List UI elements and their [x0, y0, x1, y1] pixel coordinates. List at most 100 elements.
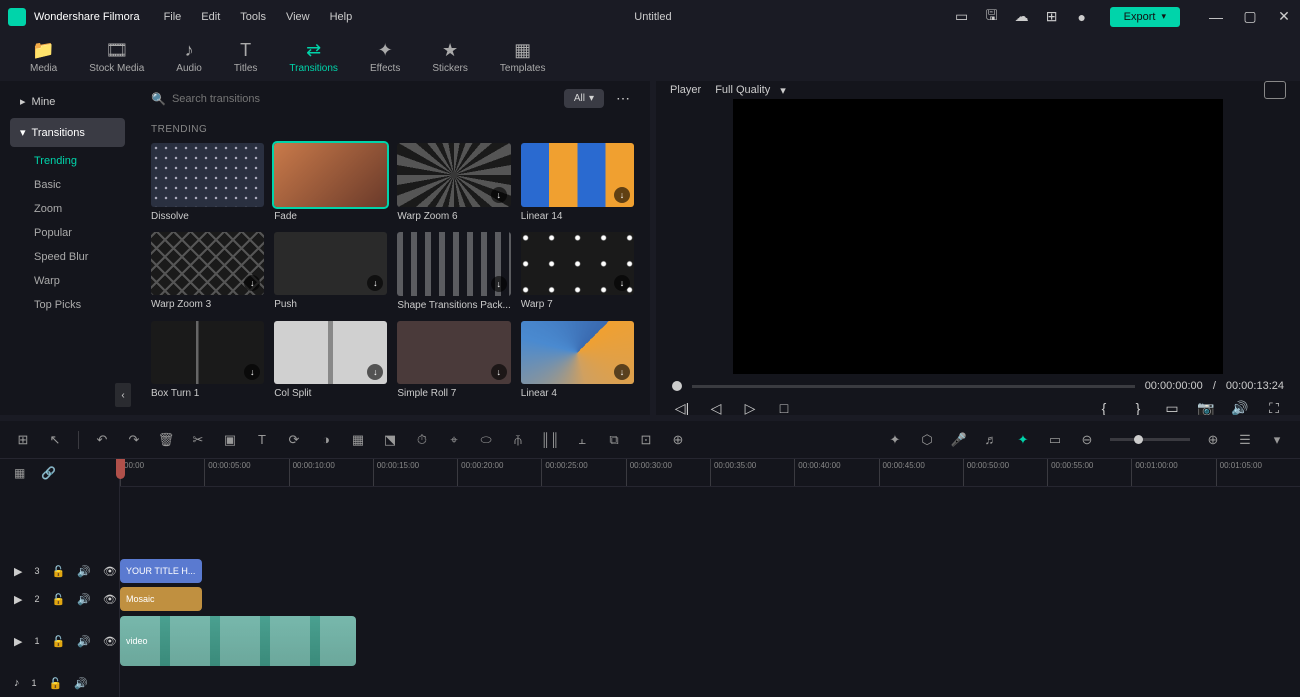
- menu-view[interactable]: View: [286, 11, 310, 23]
- snapshot-button[interactable]: [1264, 81, 1286, 99]
- layout-icon[interactable]: ▭: [954, 9, 970, 25]
- close-button[interactable]: ✕: [1276, 9, 1292, 25]
- tab-templates[interactable]: ▦Templates: [500, 40, 546, 74]
- render-button[interactable]: ✦: [1014, 431, 1032, 449]
- sidebar-item-warp[interactable]: Warp: [10, 269, 125, 293]
- lock-icon[interactable]: 🔓: [51, 593, 65, 606]
- undo-button[interactable]: ↶: [93, 431, 111, 449]
- split-button[interactable]: ✂: [189, 431, 207, 449]
- eye-icon[interactable]: 👁: [103, 635, 117, 648]
- track-head-3[interactable]: ▶3 🔓 🔊 👁: [0, 557, 119, 585]
- tab-media[interactable]: 📁Media: [30, 40, 57, 74]
- menu-edit[interactable]: Edit: [201, 11, 220, 23]
- sidebar-group-transitions[interactable]: ▾ Transitions: [10, 118, 125, 147]
- mixer2-button[interactable]: ♬: [982, 431, 1000, 449]
- menu-file[interactable]: File: [164, 11, 182, 23]
- text-tool[interactable]: T: [253, 431, 271, 449]
- menu-help[interactable]: Help: [330, 11, 353, 23]
- crop-button[interactable]: ▣: [221, 431, 239, 449]
- preview-frame[interactable]: [733, 99, 1223, 374]
- export-button[interactable]: Export: [1110, 7, 1180, 27]
- mute-icon[interactable]: 🔊: [77, 635, 91, 648]
- track-row-1a[interactable]: [120, 669, 1300, 697]
- marker-button[interactable]: ⬡: [918, 431, 936, 449]
- eye-icon[interactable]: 👁: [103, 565, 117, 578]
- eye-icon[interactable]: 👁: [103, 593, 117, 606]
- cloud-icon[interactable]: ☁: [1014, 9, 1030, 25]
- lock-icon[interactable]: 🔓: [51, 565, 65, 578]
- title-clip[interactable]: YOUR TITLE H...: [120, 559, 202, 583]
- tab-stickers[interactable]: ★Stickers: [432, 40, 468, 74]
- more-tool[interactable]: ⊕: [669, 431, 687, 449]
- minimize-button[interactable]: —: [1208, 9, 1224, 25]
- video-clip[interactable]: video: [120, 616, 356, 666]
- mute-icon[interactable]: 🔊: [77, 593, 91, 606]
- quality-dropdown[interactable]: Full Quality ▾: [715, 84, 786, 97]
- enhance-button[interactable]: ✦: [886, 431, 904, 449]
- avatar-icon[interactable]: ●: [1074, 9, 1090, 25]
- transition-simple-roll-7[interactable]: ↓Simple Roll 7: [397, 321, 510, 400]
- view-list-button[interactable]: ☰: [1236, 431, 1254, 449]
- tab-audio[interactable]: ♪Audio: [176, 40, 202, 74]
- save-icon[interactable]: 🖫: [984, 9, 1000, 25]
- scrub-track[interactable]: [692, 385, 1135, 388]
- color-button[interactable]: ◑: [317, 431, 335, 449]
- sidebar-item-trending[interactable]: Trending: [10, 149, 125, 173]
- lock-icon[interactable]: 🔓: [51, 635, 65, 648]
- tab-effects[interactable]: ✦Effects: [370, 40, 400, 74]
- mute-icon[interactable]: 🔊: [77, 565, 91, 578]
- zoom-in-button[interactable]: ⊕: [1204, 431, 1222, 449]
- link-toggle[interactable]: 🔗: [41, 466, 56, 480]
- pointer-tool[interactable]: ↖: [46, 431, 64, 449]
- transition-warp-zoom-3[interactable]: ↓Warp Zoom 3: [151, 232, 264, 311]
- maximize-button[interactable]: ▢: [1242, 9, 1258, 25]
- view-opts-button[interactable]: ▾: [1268, 431, 1286, 449]
- timer-button[interactable]: ⏱: [413, 431, 431, 449]
- link-button[interactable]: ⧉: [605, 431, 623, 449]
- audio-tool[interactable]: ║║: [541, 431, 559, 449]
- zoom-slider[interactable]: [1110, 438, 1190, 441]
- menu-tools[interactable]: Tools: [240, 11, 266, 23]
- timeline-ruler[interactable]: 00:0000:00:05:0000:00:10:0000:00:15:0000…: [120, 459, 1300, 487]
- fit-button[interactable]: ▭: [1046, 431, 1064, 449]
- transition-push[interactable]: ↓Push: [274, 232, 387, 311]
- track-head-1a[interactable]: ♪1 🔓 🔊: [0, 669, 119, 697]
- transition-shape-transitions-pack-[interactable]: ↓Shape Transitions Pack...: [397, 232, 510, 311]
- transition-warp-7[interactable]: ↓Warp 7: [521, 232, 634, 311]
- transition-col-split[interactable]: ↓Col Split: [274, 321, 387, 400]
- track-manage-button[interactable]: ⊞: [14, 431, 32, 449]
- mosaic-clip[interactable]: Mosaic: [120, 587, 202, 611]
- align-button[interactable]: ⫠: [573, 431, 591, 449]
- apps-icon[interactable]: ⊞: [1044, 9, 1060, 25]
- zoom-out-button[interactable]: ⊖: [1078, 431, 1096, 449]
- search-input[interactable]: [172, 93, 372, 105]
- record-button[interactable]: ⊡: [637, 431, 655, 449]
- lock-icon[interactable]: 🔓: [49, 677, 63, 690]
- track-row-1v[interactable]: video: [120, 613, 1300, 669]
- group-button[interactable]: ⬭: [477, 431, 495, 449]
- keyframe-button[interactable]: ⬔: [381, 431, 399, 449]
- player-tab[interactable]: Player: [670, 84, 701, 96]
- adjust-button[interactable]: ▦: [349, 431, 367, 449]
- track-row-3[interactable]: YOUR TITLE H...: [120, 557, 1300, 585]
- tab-titles[interactable]: TTitles: [234, 40, 258, 74]
- filter-dropdown[interactable]: All ▾: [564, 89, 604, 108]
- detach-button[interactable]: ⌖: [445, 431, 463, 449]
- mute-icon[interactable]: 🔊: [74, 677, 88, 690]
- sidebar-item-speed-blur[interactable]: Speed Blur: [10, 245, 125, 269]
- tab-transitions[interactable]: ⇄Transitions: [289, 40, 338, 74]
- collapse-sidebar-button[interactable]: ‹: [115, 383, 131, 407]
- speed-button[interactable]: ⟳: [285, 431, 303, 449]
- sidebar-item-top-picks[interactable]: Top Picks: [10, 293, 125, 317]
- mixer-button[interactable]: ⫚: [509, 431, 527, 449]
- mic-button[interactable]: 🎤: [950, 431, 968, 449]
- transition-dissolve[interactable]: Dissolve: [151, 143, 264, 222]
- tab-stock-media[interactable]: 🎞Stock Media: [89, 40, 144, 74]
- transition-linear-14[interactable]: ↓Linear 14: [521, 143, 634, 222]
- track-head-2[interactable]: ▶2 🔓 🔊 👁: [0, 585, 119, 613]
- transition-warp-zoom-6[interactable]: ↓Warp Zoom 6: [397, 143, 510, 222]
- snap-toggle[interactable]: ▦: [14, 466, 25, 480]
- transition-fade[interactable]: Fade: [274, 143, 387, 222]
- transition-box-turn-1[interactable]: ↓Box Turn 1: [151, 321, 264, 400]
- transition-linear-4[interactable]: ↓Linear 4: [521, 321, 634, 400]
